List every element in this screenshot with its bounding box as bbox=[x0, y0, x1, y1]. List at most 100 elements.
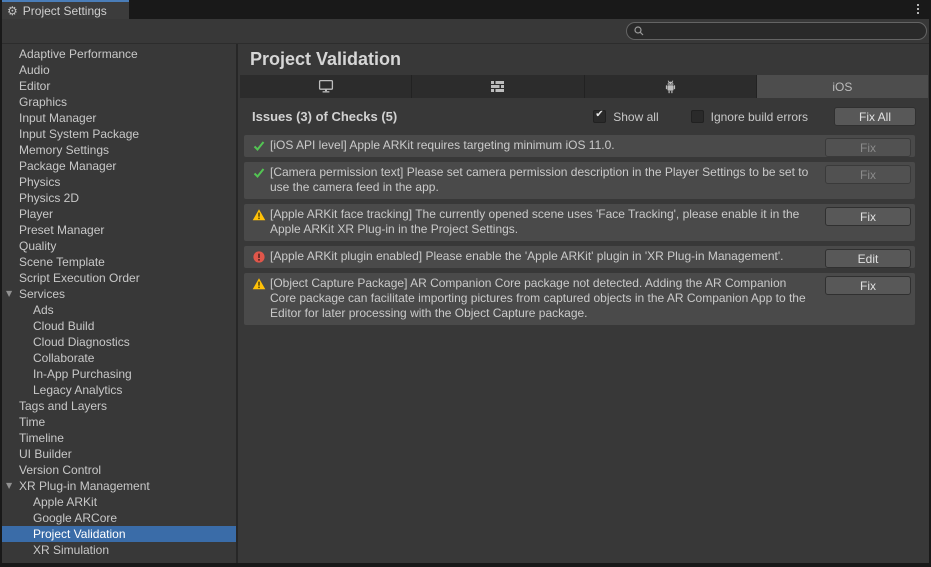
platform-tab-bar: iOS bbox=[240, 75, 928, 98]
issue-action-button[interactable]: Edit bbox=[825, 249, 911, 268]
foldout-triangle-icon[interactable] bbox=[6, 286, 12, 302]
sidebar-item[interactable]: Timeline bbox=[2, 430, 236, 446]
sidebar-item-label: Graphics bbox=[19, 95, 67, 109]
sidebar-item[interactable]: UI Builder bbox=[2, 446, 236, 462]
success-check-icon bbox=[252, 139, 266, 153]
issue-action-button[interactable]: Fix bbox=[825, 138, 911, 157]
issue-message: [Object Capture Package] AR Companion Co… bbox=[270, 276, 815, 321]
sidebar-item[interactable]: Time bbox=[2, 414, 236, 430]
project-settings-window: Project Settings Adaptive Performance Au… bbox=[0, 0, 931, 567]
sidebar-item-label: In-App Purchasing bbox=[33, 367, 132, 381]
validation-issue-row: [Camera permission text] Please set came… bbox=[244, 162, 915, 199]
page-title: Project Validation bbox=[238, 44, 929, 74]
sidebar-item[interactable]: Script Execution Order bbox=[2, 270, 236, 286]
sidebar-item-label: Input Manager bbox=[19, 111, 96, 125]
sidebar-item[interactable]: Preset Manager bbox=[2, 222, 236, 238]
sidebar-item[interactable]: Physics bbox=[2, 174, 236, 190]
sidebar-item[interactable]: Graphics bbox=[2, 94, 236, 110]
sidebar-item[interactable]: Quality bbox=[2, 238, 236, 254]
sidebar-item[interactable]: Legacy Analytics bbox=[2, 382, 236, 398]
tab-dedicated-server[interactable] bbox=[412, 75, 583, 98]
sidebar-item[interactable]: Cloud Build bbox=[2, 318, 236, 334]
show-all-label: Show all bbox=[613, 110, 658, 124]
issues-header-bar: Issues (3) of Checks (5) Show all Ignore… bbox=[238, 98, 929, 135]
tab-ios-label: iOS bbox=[832, 80, 852, 94]
sidebar-item-label: Preset Manager bbox=[19, 223, 104, 237]
sidebar-item-label: Audio bbox=[19, 63, 50, 77]
sidebar-item[interactable]: Input System Package bbox=[2, 126, 236, 142]
sidebar-item-label: Collaborate bbox=[33, 351, 94, 365]
sidebar-item-label: Version Control bbox=[19, 463, 101, 477]
show-all-checkbox-box[interactable] bbox=[593, 110, 606, 123]
sidebar-item-label: XR Plug-in Management bbox=[19, 479, 150, 493]
ignore-build-errors-checkbox[interactable]: Ignore build errors bbox=[691, 110, 808, 124]
tab-ios[interactable]: iOS bbox=[757, 75, 928, 98]
issues-controls: Show all Ignore build errors Fix All bbox=[593, 107, 916, 126]
content-area: Adaptive Performance Audio Editor Graphi… bbox=[2, 44, 929, 563]
sidebar-item-label: Cloud Diagnostics bbox=[33, 335, 130, 349]
sidebar-item-label: Ads bbox=[33, 303, 54, 317]
window-title: Project Settings bbox=[23, 4, 107, 18]
validation-issue-row: [Apple ARKit face tracking] The currentl… bbox=[244, 204, 915, 241]
sidebar-item[interactable]: Scene Template bbox=[2, 254, 236, 270]
error-circle-icon bbox=[252, 250, 266, 264]
sidebar-item[interactable]: Cloud Diagnostics bbox=[2, 334, 236, 350]
success-check-icon bbox=[252, 166, 266, 180]
sidebar-item[interactable]: Collaborate bbox=[2, 350, 236, 366]
sidebar-item[interactable]: In-App Purchasing bbox=[2, 366, 236, 382]
sidebar-item[interactable]: Project Validation bbox=[2, 526, 236, 542]
sidebar-item[interactable]: Google ARCore bbox=[2, 510, 236, 526]
validation-issue-row: [Apple ARKit plugin enabled] Please enab… bbox=[244, 246, 915, 268]
show-all-checkbox[interactable]: Show all bbox=[593, 110, 658, 124]
sidebar-item-label: Physics 2D bbox=[19, 191, 79, 205]
monitor-icon bbox=[318, 79, 334, 94]
sidebar-item[interactable]: Player bbox=[2, 206, 236, 222]
sidebar-item[interactable]: Version Control bbox=[2, 462, 236, 478]
sidebar-item-label: Apple ARKit bbox=[33, 495, 97, 509]
project-settings-tab[interactable]: Project Settings bbox=[2, 0, 129, 19]
sidebar-item[interactable]: XR Simulation bbox=[2, 542, 236, 558]
sidebar-item[interactable]: Package Manager bbox=[2, 158, 236, 174]
sidebar-item[interactable]: Adaptive Performance bbox=[2, 46, 236, 62]
issue-message: [Camera permission text] Please set came… bbox=[270, 165, 815, 195]
sidebar-item[interactable]: Physics 2D bbox=[2, 190, 236, 206]
sidebar-item-label: Services bbox=[19, 287, 65, 301]
tab-android[interactable] bbox=[585, 75, 756, 98]
sidebar-item[interactable]: Memory Settings bbox=[2, 142, 236, 158]
ignore-build-errors-checkbox-box[interactable] bbox=[691, 110, 704, 123]
search-field[interactable] bbox=[626, 22, 927, 40]
issue-message: [Apple ARKit face tracking] The currentl… bbox=[270, 207, 815, 237]
sidebar-item-label: Cloud Build bbox=[33, 319, 94, 333]
issue-message: [iOS API level] Apple ARKit requires tar… bbox=[270, 138, 815, 153]
project-validation-panel: Project Validation bbox=[238, 44, 929, 563]
sidebar-item[interactable]: Editor bbox=[2, 78, 236, 94]
issue-action-button[interactable]: Fix bbox=[825, 165, 911, 184]
gear-icon bbox=[7, 5, 18, 17]
sidebar-item-label: Quality bbox=[19, 239, 56, 253]
search-input[interactable] bbox=[648, 23, 926, 39]
sidebar-item-label: Legacy Analytics bbox=[33, 383, 122, 397]
sidebar-item-label: Script Execution Order bbox=[19, 271, 140, 285]
validation-issue-row: [iOS API level] Apple ARKit requires tar… bbox=[244, 135, 915, 157]
sidebar-item[interactable]: Input Manager bbox=[2, 110, 236, 126]
sidebar-item-label: Google ARCore bbox=[33, 511, 117, 525]
sidebar-item-label: Time bbox=[19, 415, 45, 429]
kebab-menu-icon[interactable] bbox=[917, 4, 919, 14]
sidebar-item-label: Physics bbox=[19, 175, 60, 189]
sidebar-item[interactable]: Ads bbox=[2, 302, 236, 318]
validation-issue-row: [Object Capture Package] AR Companion Co… bbox=[244, 273, 915, 325]
sidebar-item[interactable]: Tags and Layers bbox=[2, 398, 236, 414]
sidebar-item-label: Input System Package bbox=[19, 127, 139, 141]
warning-triangle-icon bbox=[252, 277, 266, 291]
issue-action-button[interactable]: Fix bbox=[825, 207, 911, 226]
sidebar-item[interactable]: Audio bbox=[2, 62, 236, 78]
settings-sidebar: Adaptive Performance Audio Editor Graphi… bbox=[2, 44, 238, 563]
tab-standalone[interactable] bbox=[240, 75, 411, 98]
issue-action-button[interactable]: Fix bbox=[825, 276, 911, 295]
sidebar-item[interactable]: XR Plug-in Management bbox=[2, 478, 236, 494]
sidebar-item[interactable]: Services bbox=[2, 286, 236, 302]
sidebar-item[interactable]: Apple ARKit bbox=[2, 494, 236, 510]
foldout-triangle-icon[interactable] bbox=[6, 478, 12, 494]
sidebar-item-label: Adaptive Performance bbox=[19, 47, 138, 61]
fix-all-button[interactable]: Fix All bbox=[834, 107, 916, 126]
